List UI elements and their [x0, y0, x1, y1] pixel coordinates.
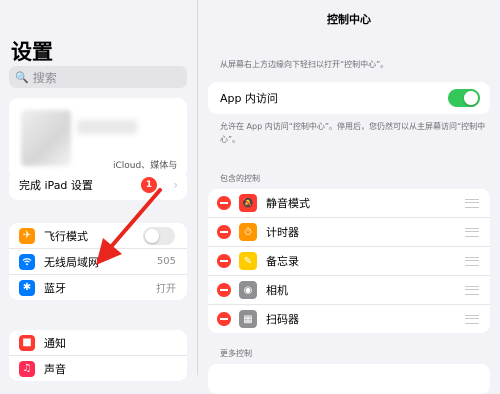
- notes-icon: ✎: [239, 252, 257, 270]
- app-access-row: App 内访问: [208, 82, 490, 114]
- sidebar-item-notifications[interactable]: ■ 通知: [9, 330, 187, 356]
- sidebar-item-label: 飞行模式: [44, 229, 88, 243]
- qr-scanner-icon: ▦: [239, 310, 257, 328]
- more-controls-list: [208, 364, 490, 394]
- reorder-handle-icon[interactable]: [465, 256, 479, 266]
- reorder-handle-icon[interactable]: [465, 285, 479, 295]
- included-controls-list: 🔕 静音模式 ⏱ 计时器 ✎ 备忘录 ◉ 相机 ▦ 扫码器: [208, 189, 490, 333]
- app-access-description: 允许在 App 内访问“控制中心”。停用后，您仍然可以从主屏幕访问“控制中心”。: [220, 122, 486, 144]
- bluetooth-icon: ✱: [19, 279, 35, 296]
- reorder-handle-icon[interactable]: [465, 198, 479, 208]
- remove-button[interactable]: [217, 283, 231, 297]
- search-icon: 🔍: [15, 70, 29, 84]
- app-access-toggle[interactable]: [448, 89, 480, 107]
- included-controls-header: 包含的控制: [220, 174, 260, 183]
- finish-ipad-setup-row[interactable]: 完成 iPad 设置 1 ›: [9, 170, 187, 200]
- sidebar-item-label: 通知: [44, 336, 66, 350]
- bell-slash-icon: 🔕: [239, 194, 257, 212]
- sidebar-item-label: 蓝牙: [44, 281, 66, 295]
- page-title: 控制中心: [327, 13, 371, 26]
- wifi-icon: [19, 253, 35, 270]
- airplane-mode-toggle[interactable]: [143, 226, 175, 245]
- control-row-camera[interactable]: ◉ 相机: [208, 276, 490, 305]
- control-label: 静音模式: [266, 197, 310, 210]
- control-label: 计时器: [266, 226, 299, 239]
- connectivity-card: ✈ 飞行模式 无线局域网 505 ✱ 蓝牙 打开: [9, 223, 187, 300]
- search-field[interactable]: 🔍 搜索: [9, 66, 187, 88]
- notification-icon: ■: [19, 334, 35, 351]
- sidebar-item-wifi[interactable]: 无线局域网 505: [9, 249, 187, 275]
- sidebar-item-bluetooth[interactable]: ✱ 蓝牙 打开: [9, 275, 187, 300]
- remove-button[interactable]: [217, 312, 231, 326]
- sidebar-title: 设置: [11, 40, 53, 64]
- sidebar-item-sounds[interactable]: ♫ 声音: [9, 356, 187, 381]
- control-row-timer[interactable]: ⏱ 计时器: [208, 218, 490, 247]
- remove-button[interactable]: [217, 225, 231, 239]
- reorder-handle-icon[interactable]: [465, 314, 479, 324]
- sidebar-item-airplane-mode[interactable]: ✈ 飞行模式: [9, 223, 187, 249]
- sound-icon: ♫: [19, 360, 35, 377]
- wifi-glyph: [22, 258, 32, 266]
- control-label: 扫码器: [266, 313, 299, 326]
- chevron-right-icon: ›: [173, 178, 178, 192]
- control-label: 相机: [266, 284, 288, 297]
- reorder-handle-icon[interactable]: [465, 227, 479, 237]
- timer-icon: ⏱: [239, 223, 257, 241]
- control-row-notes[interactable]: ✎ 备忘录: [208, 247, 490, 276]
- control-row-code-scanner[interactable]: ▦ 扫码器: [208, 305, 490, 333]
- bluetooth-status-value: 打开: [156, 284, 176, 295]
- search-placeholder: 搜索: [32, 70, 57, 85]
- finish-setup-card[interactable]: 完成 iPad 设置 1 ›: [9, 170, 187, 200]
- notifications-card: ■ 通知 ♫ 声音: [9, 330, 187, 381]
- swipe-hint: 从屏幕右上方边缘向下轻扫以打开“控制中心”。: [220, 60, 389, 69]
- sidebar-item-label: 声音: [44, 362, 66, 376]
- remove-button[interactable]: [217, 254, 231, 268]
- control-label: 备忘录: [266, 255, 299, 268]
- airplane-icon: ✈: [19, 227, 35, 244]
- camera-icon: ◉: [239, 281, 257, 299]
- wifi-network-value: 505: [156, 256, 176, 267]
- remove-button[interactable]: [217, 196, 231, 210]
- more-controls-header: 更多控制: [220, 349, 252, 358]
- notification-badge: 1: [141, 177, 157, 193]
- control-center-pane: 控制中心 从屏幕右上方边缘向下轻扫以打开“控制中心”。 App 内访问 允许在 …: [198, 0, 500, 394]
- account-name-redacted: [77, 120, 137, 134]
- finish-ipad-setup-label: 完成 iPad 设置: [19, 179, 93, 192]
- control-row-silent-mode[interactable]: 🔕 静音模式: [208, 189, 490, 218]
- avatar: [21, 110, 71, 166]
- settings-sidebar: 设置 🔍 搜索 iCloud、媒体与 完成 iPad 设置 1 › ✈ 飞行模式…: [0, 0, 198, 381]
- apple-id-card[interactable]: iCloud、媒体与: [9, 98, 187, 178]
- app-access-label: App 内访问: [220, 92, 278, 105]
- sidebar-item-label: 无线局域网: [44, 255, 99, 269]
